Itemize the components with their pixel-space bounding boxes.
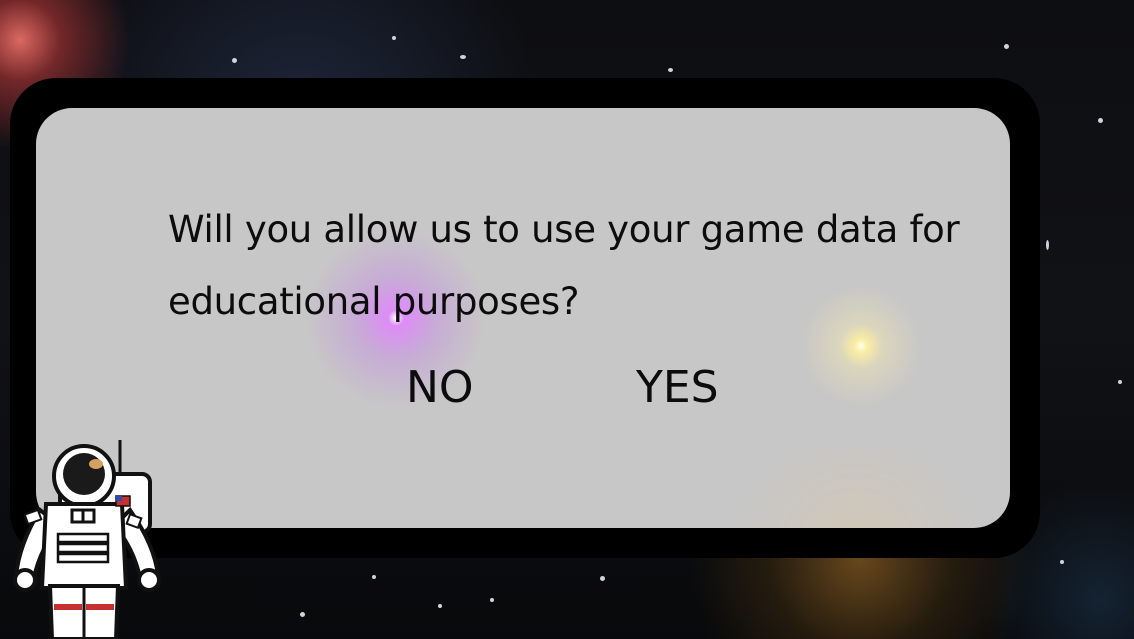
star [392, 36, 396, 40]
star [490, 598, 494, 602]
star [460, 55, 466, 59]
question-line-2: educational purposes? [168, 280, 580, 323]
star [372, 575, 376, 579]
star [1004, 44, 1009, 49]
question-line-1: Will you allow us to use your game data … [168, 208, 960, 251]
consent-question: Will you allow us to use your game data … [168, 194, 988, 338]
no-button[interactable]: NO [406, 362, 474, 413]
astronaut-icon [13, 440, 161, 639]
star [668, 68, 673, 72]
star [1046, 240, 1049, 250]
star [1118, 380, 1122, 384]
yes-button[interactable]: YES [636, 362, 719, 413]
star [600, 576, 605, 581]
star [232, 58, 237, 63]
consent-dialog: Will you allow us to use your game data … [36, 108, 1010, 528]
star [300, 612, 305, 617]
star [438, 604, 442, 608]
star [1060, 560, 1064, 564]
orange-glow [726, 448, 986, 528]
star [1098, 118, 1103, 123]
